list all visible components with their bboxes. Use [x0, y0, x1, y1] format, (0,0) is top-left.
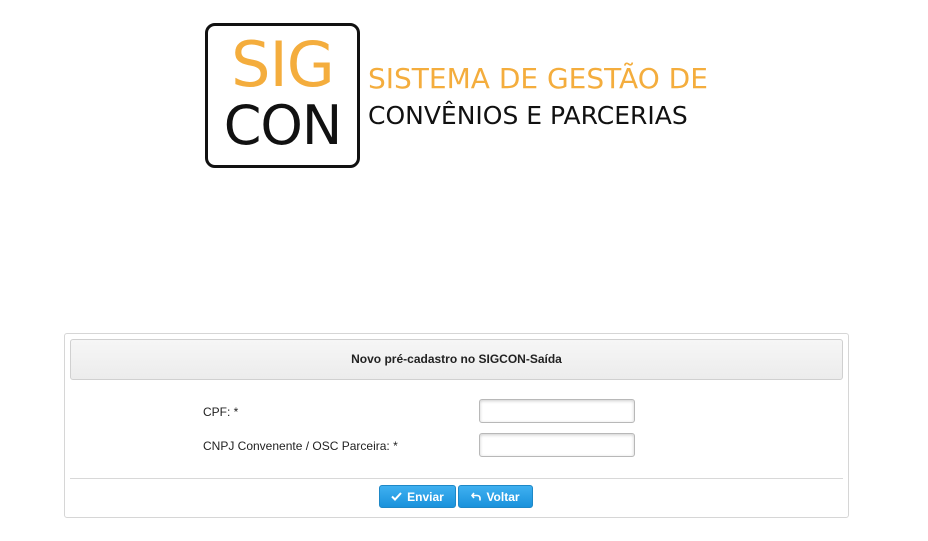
check-icon	[391, 492, 402, 501]
logo-tagline-1: SISTEMA DE GESTÃO DE	[368, 62, 708, 95]
panel-title: Novo pré-cadastro no SIGCON-Saída	[70, 339, 843, 380]
cpf-input[interactable]	[479, 399, 635, 423]
sigcon-logo: SIG CON	[205, 23, 360, 168]
cnpj-input[interactable]	[479, 433, 635, 457]
logo-sig-text: SIG	[231, 28, 335, 101]
form-divider	[70, 478, 843, 479]
cpf-label: CPF: *	[203, 405, 239, 419]
logo-con-text: CON	[223, 94, 343, 157]
back-button-label: Voltar	[486, 489, 520, 504]
cnpj-label: CNPJ Convenente / OSC Parceira: *	[203, 439, 398, 453]
submit-button[interactable]: Enviar	[379, 485, 456, 508]
back-button[interactable]: Voltar	[458, 485, 533, 508]
undo-arrow-icon	[471, 492, 482, 501]
submit-button-label: Enviar	[407, 489, 444, 504]
logo-tagline-2: CONVÊNIOS E PARCERIAS	[368, 101, 688, 130]
pre-registration-panel: Novo pré-cadastro no SIGCON-Saída CPF: *…	[64, 333, 849, 518]
